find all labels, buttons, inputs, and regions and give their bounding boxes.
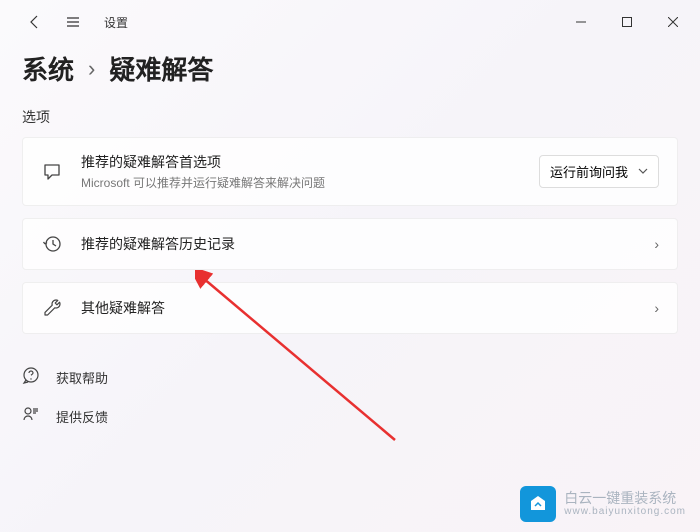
watermark-url: www.baiyunxitong.com xyxy=(564,506,686,517)
card-subtitle: Microsoft 可以推荐并运行疑难解答来解决问题 xyxy=(81,174,521,191)
maximize-button[interactable] xyxy=(604,6,650,38)
help-link-label: 提供反馈 xyxy=(56,407,108,426)
dropdown-value: 运行前询问我 xyxy=(550,162,628,181)
chat-icon xyxy=(41,161,63,183)
card-preferences: 推荐的疑难解答首选项 Microsoft 可以推荐并运行疑难解答来解决问题 运行… xyxy=(22,137,678,206)
breadcrumb-parent[interactable]: 系统 xyxy=(22,50,74,87)
card-other-troubleshoot[interactable]: 其他疑难解答 › xyxy=(22,282,678,334)
help-link-label: 获取帮助 xyxy=(56,368,108,387)
breadcrumb: 系统 › 疑难解答 xyxy=(22,50,678,87)
window-title: 设置 xyxy=(104,14,128,31)
card-history[interactable]: 推荐的疑难解答历史记录 › xyxy=(22,218,678,270)
card-title: 推荐的疑难解答历史记录 xyxy=(81,234,636,254)
history-icon xyxy=(41,233,63,255)
preferences-dropdown[interactable]: 运行前询问我 xyxy=(539,155,659,188)
help-icon xyxy=(22,366,40,389)
back-button[interactable] xyxy=(20,7,50,37)
card-title: 其他疑难解答 xyxy=(81,298,636,318)
card-title: 推荐的疑难解答首选项 xyxy=(81,152,521,172)
feedback-icon xyxy=(22,405,40,428)
get-help-link[interactable]: 获取帮助 xyxy=(22,358,678,397)
chevron-right-icon: › xyxy=(654,236,659,252)
close-button[interactable] xyxy=(650,6,696,38)
menu-button[interactable] xyxy=(58,7,88,37)
wrench-icon xyxy=(41,297,63,319)
feedback-link[interactable]: 提供反馈 xyxy=(22,397,678,436)
watermark: 白云一键重装系统 www.baiyunxitong.com xyxy=(520,486,686,522)
titlebar: 设置 xyxy=(0,0,700,44)
section-label: 选项 xyxy=(22,107,678,127)
chevron-right-icon: › xyxy=(654,300,659,316)
chevron-right-icon: › xyxy=(88,56,95,82)
watermark-logo-icon xyxy=(520,486,556,522)
watermark-text: 白云一键重装系统 xyxy=(564,491,686,506)
breadcrumb-current: 疑难解答 xyxy=(109,50,213,87)
chevron-down-icon xyxy=(638,164,648,179)
minimize-button[interactable] xyxy=(558,6,604,38)
